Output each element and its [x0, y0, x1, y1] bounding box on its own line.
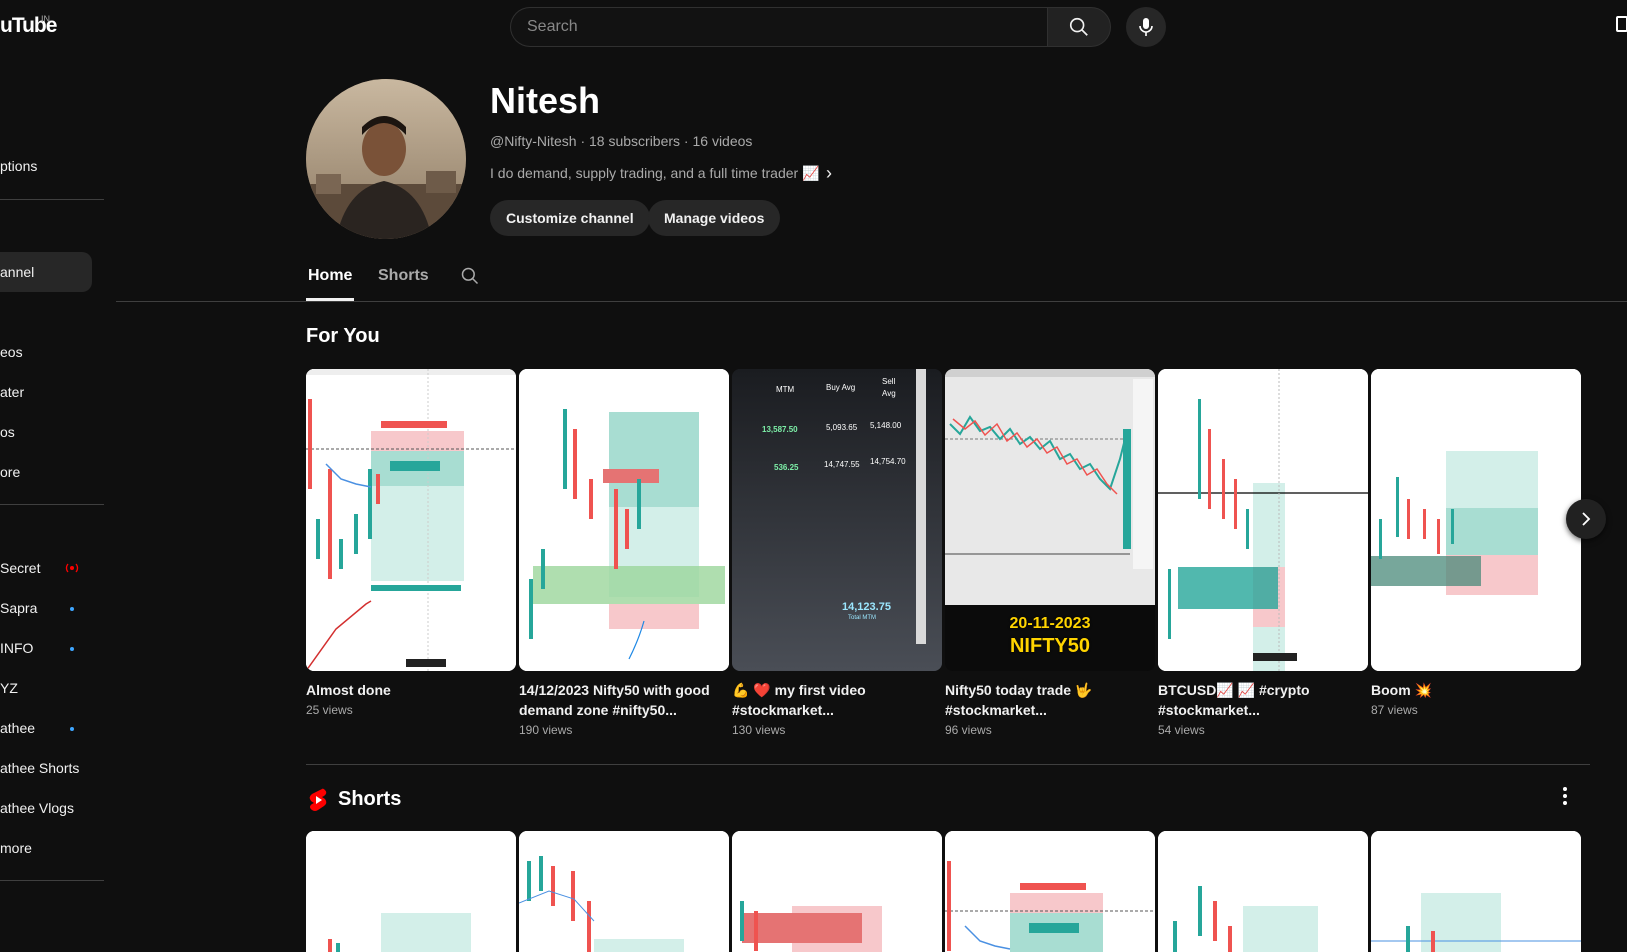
tab-home[interactable]: Home — [308, 267, 352, 285]
sidebar-subscription[interactable]: YZ — [0, 680, 18, 696]
sidebar-subscription[interactable]: Sapra — [0, 600, 37, 616]
video-views: 54 views — [1158, 723, 1205, 737]
thumb-value: 5,148.00 — [870, 421, 902, 430]
short-thumbnail[interactable] — [306, 831, 516, 952]
video-title[interactable]: Almost done — [306, 680, 506, 700]
sidebar-divider — [0, 880, 104, 881]
thumb-date-text: 20-11-2023 — [1009, 615, 1091, 632]
thumb-value: 536.25 — [774, 463, 799, 472]
sidebar-subscription[interactable]: athee — [0, 720, 35, 736]
thumb-col-label: MTM — [776, 385, 795, 394]
new-content-dot — [70, 727, 74, 731]
thumb-total-label: Total MTM — [848, 615, 877, 621]
video-thumbnail[interactable] — [519, 369, 729, 671]
section-title-shorts: Shorts — [338, 788, 402, 810]
thumb-value: 13,587.50 — [762, 425, 798, 434]
short-thumbnail[interactable] — [945, 831, 1155, 952]
sidebar-item-subscriptions[interactable]: ptions — [0, 158, 37, 174]
video-views: 130 views — [732, 723, 786, 737]
search-icon — [1069, 17, 1088, 36]
chevron-right-icon[interactable]: › — [826, 163, 832, 184]
video-views: 87 views — [1371, 703, 1418, 717]
section-title-for-you: For You — [306, 325, 380, 347]
video-title[interactable]: 14/12/2023 Nifty50 with good demand zone… — [519, 680, 719, 720]
logo-region-badge: IN — [41, 14, 50, 24]
sidebar-item-watch-later[interactable]: ater — [0, 384, 24, 400]
thumb-col-label: Buy Avg — [826, 383, 856, 392]
thumb-ticker-text: NIFTY50 — [1009, 635, 1091, 657]
new-content-dot — [70, 647, 74, 651]
video-title[interactable]: 💪 ❤️ my first video #stockmarket... — [732, 680, 932, 720]
sidebar-subscription[interactable]: athee Shorts — [0, 760, 79, 776]
section-divider — [306, 764, 1590, 765]
sidebar-item-your-channel[interactable]: annel — [0, 264, 34, 280]
video-title[interactable]: BTCUSD📈 📈 #crypto #stockmarket... — [1158, 680, 1358, 720]
customize-channel-button[interactable]: Customize channel — [490, 200, 650, 236]
thumb-value: 14,754.70 — [870, 457, 906, 466]
video-title[interactable]: Boom 💥 — [1371, 680, 1571, 700]
sidebar-item-your-clips[interactable]: os — [0, 424, 15, 440]
shorts-icon — [308, 788, 328, 817]
sidebar-subscription[interactable]: athee Vlogs — [0, 800, 74, 816]
tabs-divider — [116, 301, 1627, 302]
video-views: 190 views — [519, 723, 573, 737]
thumb-col-label: Sell Avg — [882, 377, 896, 398]
sidebar-show-more-subscriptions[interactable]: more — [0, 840, 32, 856]
short-thumbnail[interactable] — [732, 831, 942, 952]
video-title[interactable]: Nifty50 today trade 🤟 #stockmarket... — [945, 680, 1145, 720]
video-thumbnail[interactable]: MTM Buy Avg Sell Avg 13,587.50 5,093.65 … — [732, 369, 942, 671]
sidebar-subscription[interactable]: INFO — [0, 640, 33, 656]
sidebar-item-your-videos[interactable]: eos — [0, 344, 23, 360]
channel-avatar[interactable] — [306, 79, 466, 239]
manage-videos-button[interactable]: Manage videos — [648, 200, 781, 236]
video-thumbnail[interactable] — [1371, 369, 1581, 671]
microphone-icon — [1139, 18, 1153, 36]
sidebar-divider — [0, 504, 104, 505]
create-icon[interactable] — [1616, 16, 1627, 32]
live-icon — [65, 563, 79, 573]
sidebar-divider — [0, 199, 104, 200]
more-vert-icon[interactable] — [1562, 786, 1568, 811]
search-button[interactable] — [1047, 7, 1111, 47]
thumb-total: 14,123.75 — [842, 601, 891, 613]
video-thumbnail[interactable] — [1158, 369, 1368, 671]
short-thumbnail[interactable] — [1158, 831, 1368, 952]
thumb-value: 14,747.55 — [824, 460, 860, 469]
new-content-dot — [70, 607, 74, 611]
sidebar-item-show-more[interactable]: ore — [0, 464, 20, 480]
channel-handle-stats: @Nifty-Nitesh · 18 subscribers · 16 vide… — [490, 133, 753, 149]
voice-search-button[interactable] — [1126, 7, 1166, 47]
short-thumbnail[interactable] — [519, 831, 729, 952]
channel-description[interactable]: I do demand, supply trading, and a full … — [490, 165, 820, 182]
channel-search-button[interactable] — [460, 266, 480, 291]
video-thumbnail[interactable]: 20-11-2023 NIFTY50 — [945, 369, 1155, 671]
video-thumbnail[interactable] — [306, 369, 516, 671]
search-input[interactable]: Search — [510, 7, 1048, 47]
tab-shorts[interactable]: Shorts — [378, 267, 429, 285]
chevron-right-icon — [1582, 512, 1591, 526]
channel-name: Nitesh — [490, 80, 601, 121]
carousel-next-button[interactable] — [1566, 499, 1606, 539]
thumb-value: 5,093.65 — [826, 423, 858, 432]
video-views: 25 views — [306, 703, 353, 717]
sidebar-subscription[interactable]: Secret — [0, 560, 40, 576]
short-thumbnail[interactable] — [1371, 831, 1581, 952]
video-views: 96 views — [945, 723, 992, 737]
search-icon — [461, 267, 479, 285]
